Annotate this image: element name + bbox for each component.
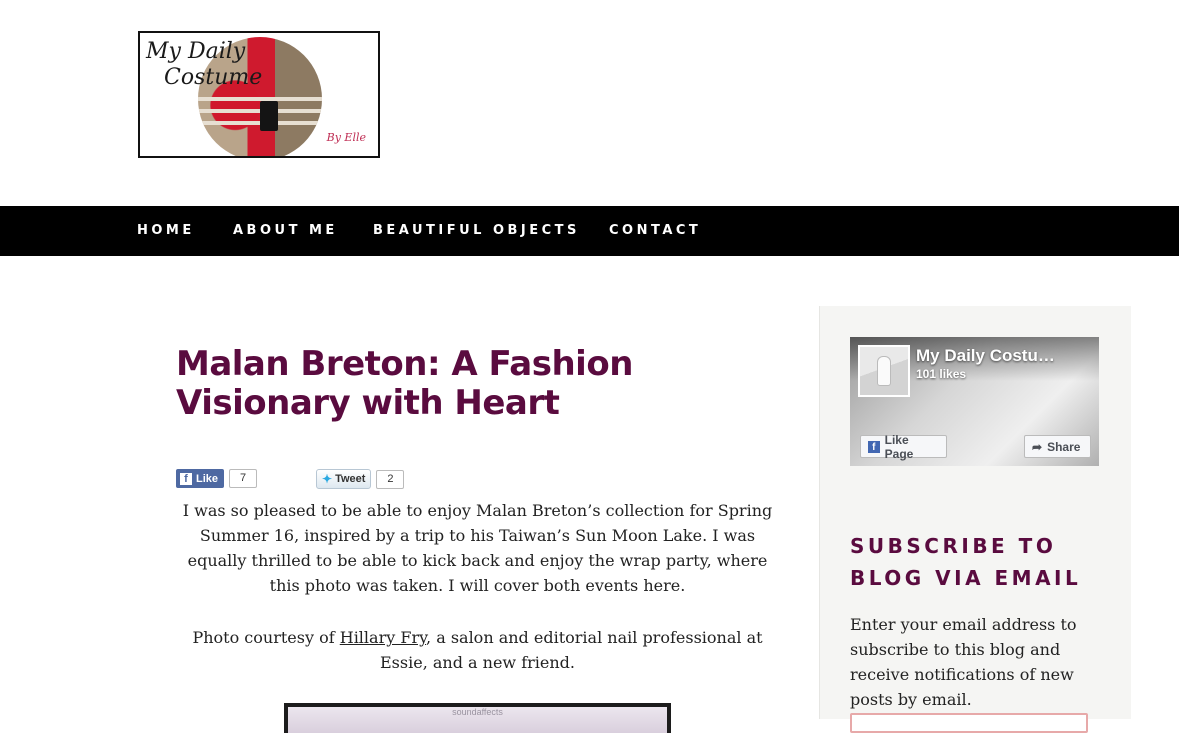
post-paragraph-2: Photo courtesy of Hillary Fry, a salon a… xyxy=(176,625,779,675)
hillary-fry-link[interactable]: Hillary Fry xyxy=(340,628,426,647)
facebook-icon: f xyxy=(868,440,880,453)
subscribe-title: SUBSCRIBE TO BLOG VIA EMAIL xyxy=(850,534,1082,590)
post-image: soundaffects xyxy=(284,703,671,733)
tweet-button[interactable]: ✦ Tweet xyxy=(316,469,372,489)
logo-byline: By Elle xyxy=(326,131,366,144)
share-label: Share xyxy=(1047,439,1081,454)
nav-about-me[interactable]: ABOUT ME xyxy=(233,223,338,238)
site-logo[interactable]: My Daily Costume By Elle xyxy=(138,31,380,158)
facebook-like-label: Like xyxy=(196,472,219,485)
tweet-label: Tweet xyxy=(335,473,366,485)
post-title[interactable]: Malan Breton: A Fashion Visionary with H… xyxy=(176,345,776,423)
facebook-like-count: 7 xyxy=(229,469,258,488)
tweet-count: 2 xyxy=(376,469,405,489)
twitter-bird-icon: ✦ xyxy=(322,472,333,486)
facebook-page-avatar[interactable] xyxy=(858,345,910,397)
post-paragraph-1: I was so pleased to be able to enjoy Mal… xyxy=(182,501,773,595)
logo-line-1: My Daily xyxy=(146,39,246,64)
subscribe-description: Enter your email address to subscribe to… xyxy=(850,615,1077,709)
nav-home[interactable]: HOME xyxy=(137,223,195,238)
facebook-share-button[interactable]: ➦ Share xyxy=(1024,435,1091,458)
nav-beautiful-objects[interactable]: BEAUTIFUL OBJECTS xyxy=(373,223,580,238)
facebook-like-widget: f Like 7 xyxy=(176,469,258,488)
facebook-page-likes: 101 likes xyxy=(916,367,967,381)
facebook-like-page-button[interactable]: f Like Page xyxy=(860,432,947,461)
like-page-label: Like Page xyxy=(884,432,914,461)
tweet-widget: ✦ Tweet 2 xyxy=(316,469,405,489)
logo-line-2: Costume xyxy=(164,65,263,90)
facebook-page-name[interactable]: My Daily Costu… xyxy=(916,346,1055,366)
post-image-caption: soundaffects xyxy=(288,707,667,733)
facebook-page-widget[interactable]: My Daily Costu… 101 likes f Like Page ➦ … xyxy=(850,337,1099,466)
facebook-like-button[interactable]: f Like xyxy=(176,469,225,488)
facebook-icon: f xyxy=(180,472,192,485)
nav-contact[interactable]: CONTACT xyxy=(609,223,701,238)
logo-title: My Daily Costume xyxy=(146,39,262,91)
share-icon: ➦ xyxy=(1032,439,1043,454)
photo-credit-suffix: , a salon and editorial nail professiona… xyxy=(380,628,763,672)
email-field[interactable] xyxy=(850,713,1088,733)
photo-credit-prefix: Photo courtesy of xyxy=(192,628,340,647)
main-navigation: HOME ABOUT ME BEAUTIFUL OBJECTS CONTACT xyxy=(0,206,1179,256)
